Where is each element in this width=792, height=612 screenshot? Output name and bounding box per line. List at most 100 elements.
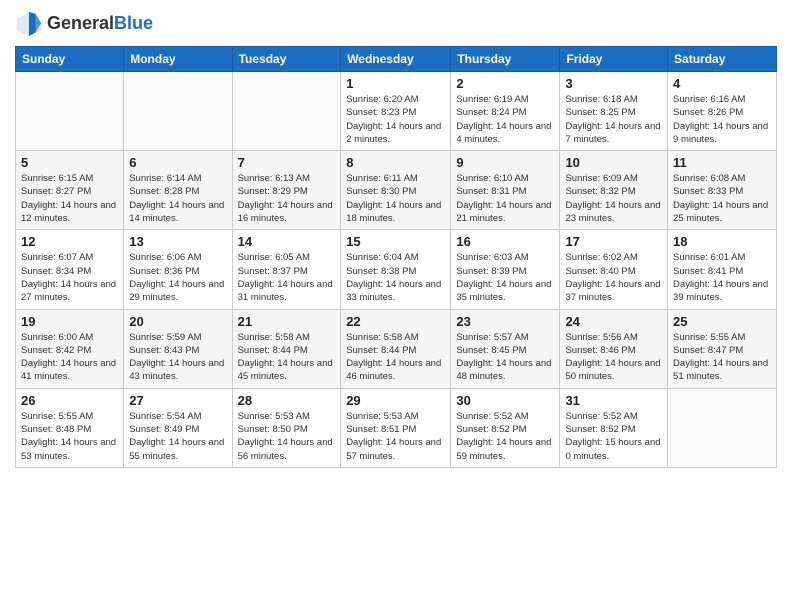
day-number: 18 <box>673 234 771 249</box>
weekday-header-saturday: Saturday <box>668 47 777 72</box>
calendar-cell: 6 Sunrise: 6:14 AM Sunset: 8:28 PM Daylig… <box>124 151 232 230</box>
day-number: 20 <box>129 314 226 329</box>
day-number: 1 <box>346 76 445 91</box>
day-info: Sunrise: 6:13 AM Sunset: 8:29 PM Dayligh… <box>238 172 336 225</box>
calendar-cell <box>16 72 124 151</box>
day-number: 13 <box>129 234 226 249</box>
calendar-cell: 11 Sunrise: 6:08 AM Sunset: 8:33 PM Dayli… <box>668 151 777 230</box>
weekday-header-sunday: Sunday <box>16 47 124 72</box>
day-info: Sunrise: 6:16 AM Sunset: 8:26 PM Dayligh… <box>673 93 771 146</box>
calendar-cell: 31Sunrise: 5:52 AM Sunset: 8:52 PM Dayli… <box>560 388 668 467</box>
calendar-cell: 15Sunrise: 6:04 AM Sunset: 8:38 PM Dayli… <box>341 230 451 309</box>
calendar-cell: 17 Sunrise: 6:02 AM Sunset: 8:40 PM Dayli… <box>560 230 668 309</box>
day-info: Sunrise: 5:54 AM Sunset: 8:49 PM Dayligh… <box>129 410 226 463</box>
day-number: 31 <box>565 393 662 408</box>
calendar-table: SundayMondayTuesdayWednesdayThursdayFrid… <box>15 46 777 468</box>
calendar-week-4: 19 Sunrise: 6:00 AM Sunset: 8:42 PM Dayli… <box>16 309 777 388</box>
day-number: 19 <box>21 314 118 329</box>
calendar-cell: 13 Sunrise: 6:06 AM Sunset: 8:36 PM Dayli… <box>124 230 232 309</box>
day-info: Sunrise: 6:07 AM Sunset: 8:34 PM Dayligh… <box>21 251 118 304</box>
day-number: 29 <box>346 393 445 408</box>
logo-icon <box>15 10 43 38</box>
day-number: 14 <box>238 234 336 249</box>
weekday-header-row: SundayMondayTuesdayWednesdayThursdayFrid… <box>16 47 777 72</box>
calendar-cell: 9Sunrise: 6:10 AM Sunset: 8:31 PM Daylig… <box>451 151 560 230</box>
day-info: Sunrise: 5:57 AM Sunset: 8:45 PM Dayligh… <box>456 331 554 384</box>
day-number: 4 <box>673 76 771 91</box>
day-info: Sunrise: 6:20 AM Sunset: 8:23 PM Dayligh… <box>346 93 445 146</box>
day-number: 2 <box>456 76 554 91</box>
day-info: Sunrise: 5:55 AM Sunset: 8:48 PM Dayligh… <box>21 410 118 463</box>
calendar-week-1: 1 Sunrise: 6:20 AM Sunset: 8:23 PM Daylig… <box>16 72 777 151</box>
day-info: Sunrise: 5:58 AM Sunset: 8:44 PM Dayligh… <box>238 331 336 384</box>
day-number: 7 <box>238 155 336 170</box>
day-number: 22 <box>346 314 445 329</box>
day-info: Sunrise: 6:18 AM Sunset: 8:25 PM Dayligh… <box>565 93 662 146</box>
calendar-cell <box>232 72 341 151</box>
day-info: Sunrise: 6:03 AM Sunset: 8:39 PM Dayligh… <box>456 251 554 304</box>
page: GeneralBlue SundayMondayTuesdayWednesday… <box>0 0 792 612</box>
calendar-cell: 24 Sunrise: 5:56 AM Sunset: 8:46 PM Dayli… <box>560 309 668 388</box>
day-info: Sunrise: 5:56 AM Sunset: 8:46 PM Dayligh… <box>565 331 662 384</box>
calendar-cell: 29Sunrise: 5:53 AM Sunset: 8:51 PM Dayli… <box>341 388 451 467</box>
day-info: Sunrise: 6:09 AM Sunset: 8:32 PM Dayligh… <box>565 172 662 225</box>
day-number: 25 <box>673 314 771 329</box>
day-info: Sunrise: 6:19 AM Sunset: 8:24 PM Dayligh… <box>456 93 554 146</box>
day-info: Sunrise: 6:15 AM Sunset: 8:27 PM Dayligh… <box>21 172 118 225</box>
day-info: Sunrise: 6:11 AM Sunset: 8:30 PM Dayligh… <box>346 172 445 225</box>
day-info: Sunrise: 6:14 AM Sunset: 8:28 PM Dayligh… <box>129 172 226 225</box>
day-number: 24 <box>565 314 662 329</box>
calendar-cell: 22 Sunrise: 5:58 AM Sunset: 8:44 PM Dayli… <box>341 309 451 388</box>
calendar-cell: 2 Sunrise: 6:19 AM Sunset: 8:24 PM Daylig… <box>451 72 560 151</box>
calendar-week-3: 12 Sunrise: 6:07 AM Sunset: 8:34 PM Dayli… <box>16 230 777 309</box>
day-info: Sunrise: 6:10 AM Sunset: 8:31 PM Dayligh… <box>456 172 554 225</box>
day-number: 28 <box>238 393 336 408</box>
day-info: Sunrise: 6:06 AM Sunset: 8:36 PM Dayligh… <box>129 251 226 304</box>
weekday-header-thursday: Thursday <box>451 47 560 72</box>
calendar-cell: 10 Sunrise: 6:09 AM Sunset: 8:32 PM Dayli… <box>560 151 668 230</box>
calendar-cell: 8Sunrise: 6:11 AM Sunset: 8:30 PM Daylig… <box>341 151 451 230</box>
day-info: Sunrise: 5:55 AM Sunset: 8:47 PM Dayligh… <box>673 331 771 384</box>
calendar-cell: 21 Sunrise: 5:58 AM Sunset: 8:44 PM Dayli… <box>232 309 341 388</box>
calendar-cell: 27 Sunrise: 5:54 AM Sunset: 8:49 PM Dayli… <box>124 388 232 467</box>
day-info: Sunrise: 5:58 AM Sunset: 8:44 PM Dayligh… <box>346 331 445 384</box>
day-info: Sunrise: 6:01 AM Sunset: 8:41 PM Dayligh… <box>673 251 771 304</box>
day-number: 27 <box>129 393 226 408</box>
day-number: 17 <box>565 234 662 249</box>
day-number: 12 <box>21 234 118 249</box>
calendar-week-2: 5 Sunrise: 6:15 AM Sunset: 8:27 PM Daylig… <box>16 151 777 230</box>
day-number: 16 <box>456 234 554 249</box>
day-info: Sunrise: 6:02 AM Sunset: 8:40 PM Dayligh… <box>565 251 662 304</box>
calendar-cell: 5 Sunrise: 6:15 AM Sunset: 8:27 PM Daylig… <box>16 151 124 230</box>
day-number: 11 <box>673 155 771 170</box>
weekday-header-monday: Monday <box>124 47 232 72</box>
logo: GeneralBlue <box>15 10 153 38</box>
calendar-cell: 4 Sunrise: 6:16 AM Sunset: 8:26 PM Daylig… <box>668 72 777 151</box>
day-number: 15 <box>346 234 445 249</box>
calendar-cell: 12 Sunrise: 6:07 AM Sunset: 8:34 PM Dayli… <box>16 230 124 309</box>
day-number: 10 <box>565 155 662 170</box>
day-info: Sunrise: 5:59 AM Sunset: 8:43 PM Dayligh… <box>129 331 226 384</box>
day-number: 5 <box>21 155 118 170</box>
day-info: Sunrise: 6:08 AM Sunset: 8:33 PM Dayligh… <box>673 172 771 225</box>
logo-blue: Blue <box>114 13 153 33</box>
day-number: 30 <box>456 393 554 408</box>
day-info: Sunrise: 5:52 AM Sunset: 8:52 PM Dayligh… <box>456 410 554 463</box>
calendar-cell <box>668 388 777 467</box>
day-number: 23 <box>456 314 554 329</box>
day-number: 3 <box>565 76 662 91</box>
calendar-cell: 14Sunrise: 6:05 AM Sunset: 8:37 PM Dayli… <box>232 230 341 309</box>
day-number: 21 <box>238 314 336 329</box>
logo-text: GeneralBlue <box>47 14 153 34</box>
calendar-cell: 20 Sunrise: 5:59 AM Sunset: 8:43 PM Dayli… <box>124 309 232 388</box>
logo-general: General <box>47 13 114 33</box>
day-number: 6 <box>129 155 226 170</box>
calendar-cell: 18 Sunrise: 6:01 AM Sunset: 8:41 PM Dayli… <box>668 230 777 309</box>
calendar-cell: 7 Sunrise: 6:13 AM Sunset: 8:29 PM Daylig… <box>232 151 341 230</box>
weekday-header-wednesday: Wednesday <box>341 47 451 72</box>
calendar-cell: 30 Sunrise: 5:52 AM Sunset: 8:52 PM Dayli… <box>451 388 560 467</box>
calendar-cell: 23 Sunrise: 5:57 AM Sunset: 8:45 PM Dayli… <box>451 309 560 388</box>
calendar-cell: 3 Sunrise: 6:18 AM Sunset: 8:25 PM Daylig… <box>560 72 668 151</box>
weekday-header-tuesday: Tuesday <box>232 47 341 72</box>
day-info: Sunrise: 6:00 AM Sunset: 8:42 PM Dayligh… <box>21 331 118 384</box>
